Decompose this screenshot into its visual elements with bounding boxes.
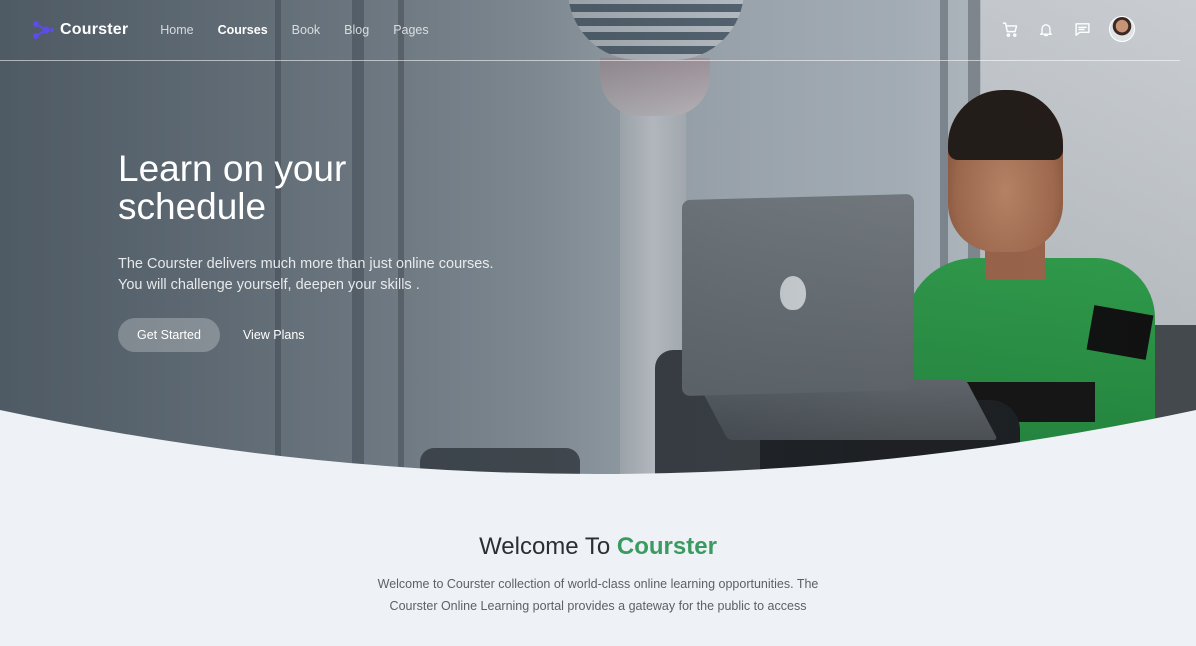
nav-link-blog[interactable]: Blog xyxy=(344,23,369,37)
welcome-text-line2: Courster Online Learning portal provides… xyxy=(389,599,807,613)
brand-logo-icon xyxy=(33,21,54,39)
bell-icon[interactable] xyxy=(1037,20,1055,38)
main-nav: Home Courses Book Blog Pages xyxy=(160,23,428,37)
brand[interactable]: Courster xyxy=(32,19,128,41)
welcome-section: Welcome To Courster Welcome to Courster … xyxy=(0,533,1196,617)
welcome-title: Welcome To Courster xyxy=(0,533,1196,561)
hero-buttons: Get Started View Plans xyxy=(118,318,578,352)
message-icon[interactable] xyxy=(1073,20,1091,38)
nav-link-courses[interactable]: Courses xyxy=(218,23,268,37)
top-navbar: Courster Home Courses Book Blog Pages xyxy=(0,0,1180,61)
brand-name: Courster xyxy=(60,21,129,38)
hero-title-line2: schedule xyxy=(118,186,267,227)
welcome-text-line1: Welcome to Courster collection of world-… xyxy=(377,577,819,591)
hero-desc-line1: The Courster delivers much more than jus… xyxy=(118,256,494,272)
hero-description: The Courster delivers much more than jus… xyxy=(118,254,578,296)
page: Courster Home Courses Book Blog Pages Le… xyxy=(0,0,1196,646)
hero-title: Learn on your schedule xyxy=(118,150,578,226)
view-plans-link[interactable]: View Plans xyxy=(243,328,305,342)
avatar[interactable] xyxy=(1109,16,1135,42)
nav-link-book[interactable]: Book xyxy=(292,23,321,37)
hero-desc-line2: You will challenge yourself, deepen your… xyxy=(118,277,420,293)
cart-icon[interactable] xyxy=(1001,20,1019,38)
nav-link-pages[interactable]: Pages xyxy=(393,23,428,37)
welcome-title-accent: Courster xyxy=(616,533,717,560)
nav-icons xyxy=(1001,16,1135,42)
welcome-title-prefix: Welcome To xyxy=(479,533,611,560)
get-started-button[interactable]: Get Started xyxy=(118,318,220,352)
hero-content: Learn on your schedule The Courster deli… xyxy=(118,150,578,352)
welcome-text: Welcome to Courster collection of world-… xyxy=(363,573,833,617)
hero-title-line1: Learn on your xyxy=(118,148,347,189)
nav-link-home[interactable]: Home xyxy=(160,23,193,37)
